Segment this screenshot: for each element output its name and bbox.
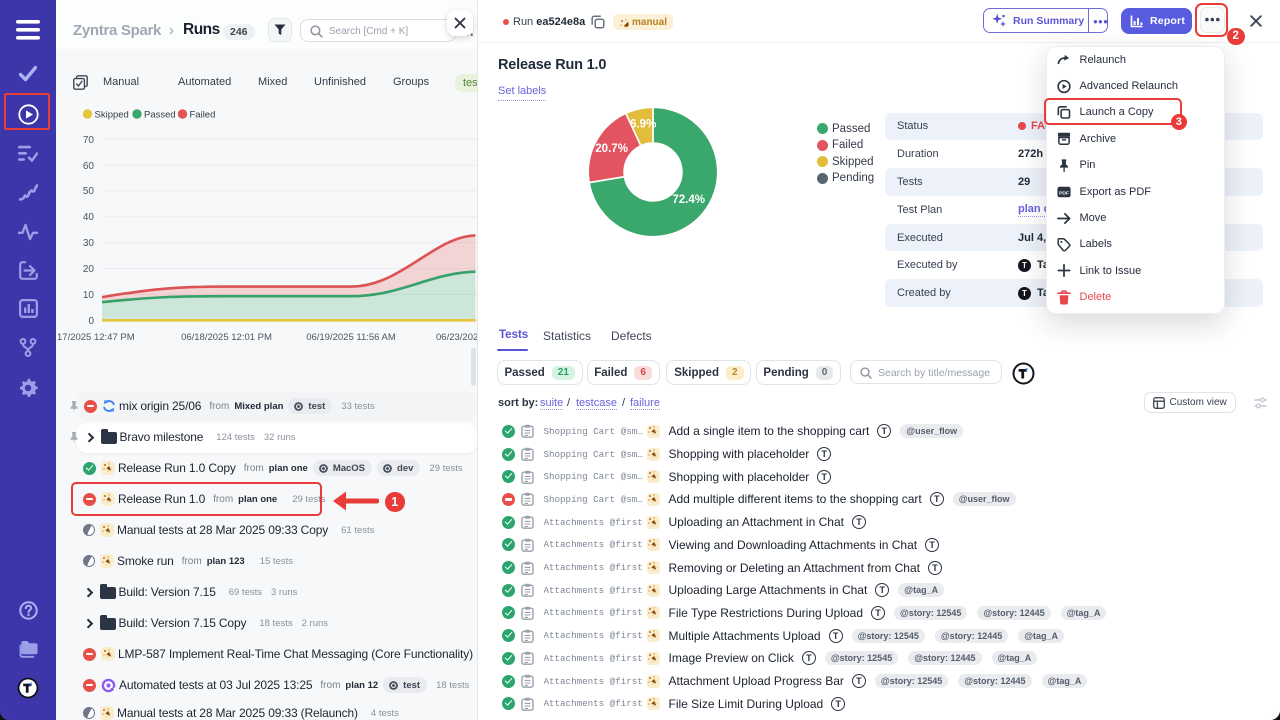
svg-text:0: 0 <box>88 316 94 327</box>
svg-text:30: 30 <box>83 238 95 249</box>
svg-text:Passed: Passed <box>144 110 176 121</box>
svg-text:PDF: PDF <box>1059 190 1069 196</box>
svg-text:Failed: Failed <box>190 110 216 121</box>
svg-text:70: 70 <box>83 135 95 146</box>
svg-text:Skipped: Skipped <box>95 110 129 121</box>
svg-text:06/18/2025 12:01 PM: 06/18/2025 12:01 PM <box>181 332 272 343</box>
svg-text:06/23/202: 06/23/202 <box>436 332 477 343</box>
svg-text:10: 10 <box>83 290 95 301</box>
svg-text:50: 50 <box>83 186 95 197</box>
svg-text:6.9%: 6.9% <box>630 119 656 131</box>
svg-text:06/19/2025 11:56 AM: 06/19/2025 11:56 AM <box>306 332 396 343</box>
svg-text:72.4%: 72.4% <box>672 194 705 206</box>
svg-text:60: 60 <box>83 161 95 172</box>
svg-text:40: 40 <box>83 212 95 223</box>
svg-text:20.7%: 20.7% <box>595 143 628 155</box>
svg-text:17/2025 12:47 PM: 17/2025 12:47 PM <box>57 332 135 343</box>
svg-text:20: 20 <box>83 264 95 275</box>
